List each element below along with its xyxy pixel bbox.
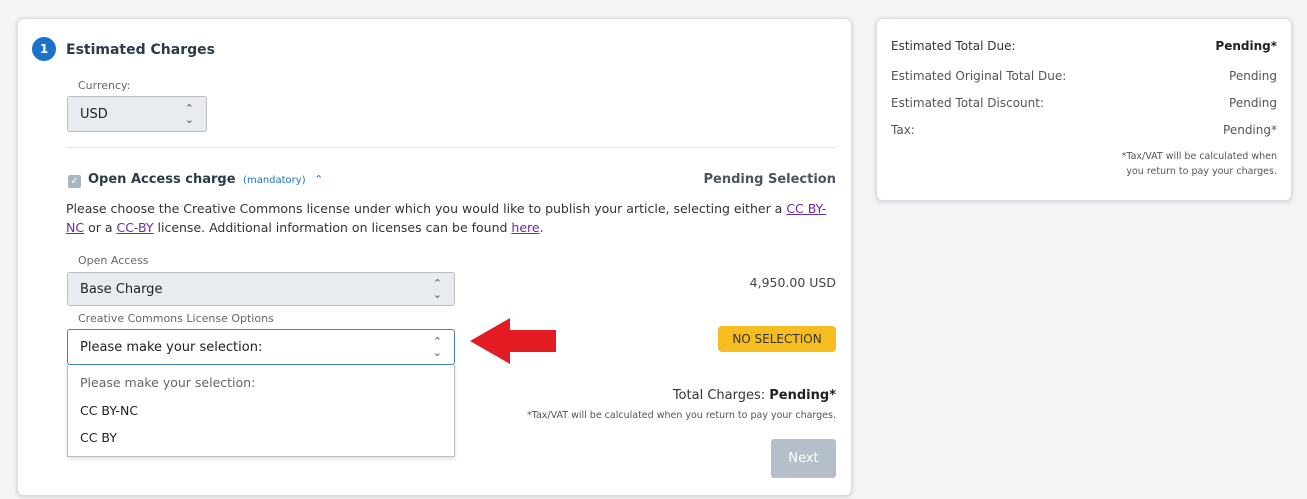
dropdown-option-cc-by-nc[interactable]: CC BY-NC: [80, 403, 138, 418]
summary-value: Pending*: [1223, 123, 1277, 137]
estimated-charges-card: 1 Estimated Charges Currency: USD ⌃ ⌄ ✓ O…: [17, 18, 852, 496]
dropdown-option-cc-by[interactable]: CC BY: [80, 430, 117, 445]
select-chevron-icon: ⌃ ⌄: [432, 277, 442, 301]
total-charges-value: Pending*: [769, 388, 836, 403]
summary-tax-note-line: *Tax/VAT will be calculated when: [1121, 151, 1277, 162]
summary-label: Estimated Original Total Due:: [891, 69, 1067, 83]
open-access-select[interactable]: Base Charge ⌃ ⌄: [67, 272, 455, 306]
summary-row-total-due: Estimated Total Due: Pending*: [891, 39, 1277, 53]
currency-label: Currency:: [78, 79, 131, 92]
select-chevron-icon: ⌃ ⌄: [432, 335, 442, 359]
total-charges: Total Charges: Pending*: [673, 388, 836, 403]
open-access-checkbox[interactable]: ✓: [68, 175, 81, 188]
cc-by-link[interactable]: CC-BY: [116, 220, 153, 235]
tax-note: *Tax/VAT will be calculated when you ret…: [526, 410, 836, 421]
summary-row-total-discount: Estimated Total Discount: Pending: [891, 96, 1277, 110]
license-select[interactable]: Please make your selection: ⌃ ⌄: [67, 329, 455, 365]
step-number-badge: 1: [32, 37, 56, 61]
summary-card: Estimated Total Due: Pending* Estimated …: [876, 18, 1292, 201]
open-access-charge-toggle[interactable]: Open Access charge (mandatory) ⌃: [88, 172, 323, 187]
license-description: Please choose the Creative Commons licen…: [66, 199, 841, 237]
description-text: license. Additional information on licen…: [153, 220, 512, 235]
license-select-value: Please make your selection:: [80, 339, 263, 355]
mandatory-label: (mandatory): [243, 175, 306, 186]
summary-row-tax: Tax: Pending*: [891, 123, 1277, 137]
description-text: Please choose the Creative Commons licen…: [66, 201, 787, 216]
summary-row-original-total: Estimated Original Total Due: Pending: [891, 69, 1277, 83]
open-access-label: Open Access: [78, 254, 149, 267]
summary-label: Estimated Total Due:: [891, 39, 1016, 53]
no-selection-badge: NO SELECTION: [718, 326, 836, 352]
summary-label: Tax:: [891, 123, 915, 137]
red-arrow-icon: [470, 318, 556, 364]
base-charge-price: 4,950.00 USD: [749, 275, 836, 290]
summary-tax-note: *Tax/VAT will be calculated when you ret…: [1057, 149, 1277, 179]
summary-value: Pending*: [1215, 39, 1277, 53]
summary-value: Pending: [1229, 96, 1277, 110]
section-title: Estimated Charges: [66, 42, 215, 58]
summary-label: Estimated Total Discount:: [891, 96, 1044, 110]
summary-value: Pending: [1229, 69, 1277, 83]
open-access-value: Base Charge: [80, 281, 163, 297]
next-button[interactable]: Next: [771, 439, 836, 478]
open-access-charge-title: Open Access charge: [88, 172, 236, 187]
total-charges-label: Total Charges:: [672, 388, 766, 403]
section-divider: [66, 147, 836, 148]
currency-value: USD: [80, 106, 108, 122]
description-text: or a: [84, 220, 117, 235]
currency-select[interactable]: USD ⌃ ⌄: [67, 96, 207, 132]
chevron-up-icon[interactable]: ⌃: [314, 173, 323, 186]
summary-tax-note-line: you return to pay your charges.: [1126, 166, 1277, 177]
select-chevron-icon: ⌃ ⌄: [184, 102, 194, 126]
here-link[interactable]: here: [511, 220, 539, 235]
pending-selection-status: Pending Selection: [703, 172, 836, 187]
description-text: .: [539, 220, 544, 235]
license-dropdown-menu: Please make your selection: CC BY-NC CC …: [67, 365, 455, 457]
dropdown-option-placeholder[interactable]: Please make your selection:: [80, 375, 255, 390]
license-options-label: Creative Commons License Options: [78, 312, 274, 325]
